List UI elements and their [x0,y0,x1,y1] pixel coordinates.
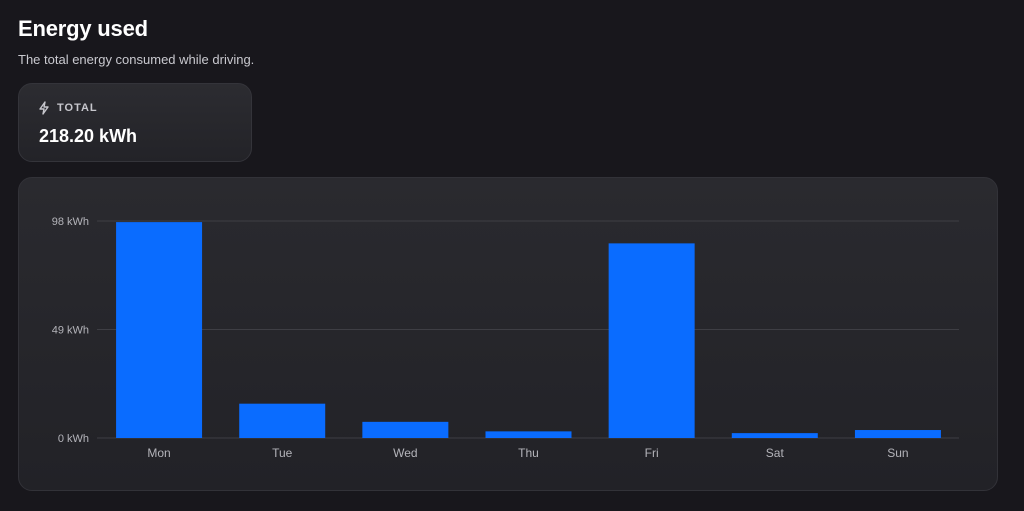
x-tick-label: Sun [887,446,908,460]
x-tick-label: Thu [518,446,539,460]
energy-bar-chart: 0 kWh 49 kWh 98 kWh Mon Tue Wed Thu Fri Sat Sun [52,216,959,460]
bar-wed [362,421,449,438]
bar-mon [116,222,203,438]
bar-tue [239,403,326,438]
bar-sat [731,433,818,438]
bar-thu [485,431,572,438]
bar-fri [608,243,695,438]
energy-chart-card: 0 kWh 49 kWh 98 kWh Mon Tue Wed Thu Fri Sat Sun [18,177,998,491]
bar-sun [854,430,941,438]
x-tick-label: Fri [645,446,659,460]
y-tick-label: 0 kWh [58,433,89,445]
total-value: 218.20 kWh [39,126,138,146]
x-tick-label: Mon [147,446,170,460]
x-tick-label: Sat [766,446,785,460]
page-subtitle: The total energy consumed while driving. [18,52,255,67]
y-tick-label: 49 kWh [52,325,89,337]
x-tick-label: Wed [393,446,417,460]
total-label: TOTAL [57,102,98,114]
bolt-icon [38,101,50,115]
total-card: TOTAL 218.20 kWh [18,83,252,162]
x-tick-label: Tue [272,446,293,460]
y-tick-label: 98 kWh [52,216,89,228]
total-header: TOTAL [38,101,98,115]
page-title: Energy used [18,16,148,41]
